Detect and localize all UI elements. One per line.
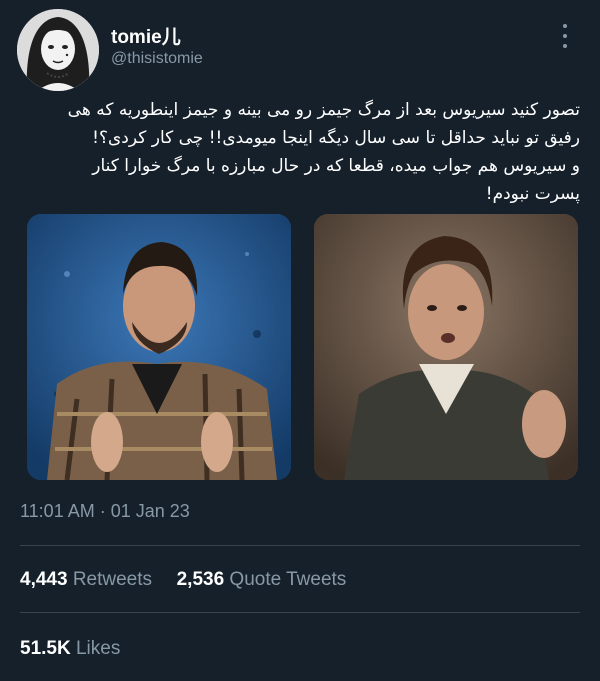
photo-young-man-vest: [314, 214, 578, 480]
tweet-image-2[interactable]: [314, 214, 578, 480]
user-handle[interactable]: @thisistomie: [111, 50, 203, 68]
likes-count: 51.5K: [20, 638, 71, 659]
timestamp-separator: ·: [99, 501, 106, 521]
tweet-date: 01 Jan 23: [110, 501, 190, 521]
tweet-time: 11:01 AM: [20, 501, 95, 521]
likes-label: Likes: [75, 638, 121, 659]
display-name-glyph: ⼉: [161, 27, 181, 48]
retweets-stat[interactable]: 4,443 Retweets: [20, 569, 157, 590]
quote-tweets-count: 2,536: [176, 569, 225, 590]
tweet-text: تصور کنید سیریوس بعد از مرگ جیمز رو می ب…: [20, 96, 580, 208]
tweet-header: tomie⼉ @thisistomie: [0, 0, 600, 91]
tweet-image-1[interactable]: [27, 214, 291, 480]
avatar-image: [17, 9, 99, 91]
tweet-text-line: رفیق تو نباید حداقل تا سی سال دیگه اینجا…: [92, 128, 580, 148]
retweets-label: Retweets: [72, 569, 153, 590]
share-stats-row: 4,443 Retweets 2,536 Quote Tweets: [20, 569, 346, 591]
tweet-timestamp[interactable]: 11:01 AM · 01 Jan 23: [20, 501, 190, 522]
quote-tweets-label: Quote Tweets: [229, 569, 347, 590]
divider: [20, 612, 580, 613]
avatar[interactable]: [17, 9, 99, 91]
more-options-icon[interactable]: [558, 24, 572, 48]
tweet-text-line: پسرت نبودم!: [485, 184, 580, 204]
likes-stat[interactable]: 51.5K Likes: [20, 638, 120, 659]
display-name[interactable]: tomie⼉: [111, 22, 181, 49]
retweets-count: 4,443: [20, 569, 68, 590]
tweet-text-line: و سیریوس هم جواب میده، قطعا که در حال مب…: [92, 156, 580, 176]
tweet-text-line: تصور کنید سیریوس بعد از مرگ جیمز رو می ب…: [67, 100, 580, 120]
divider: [20, 545, 580, 546]
display-name-text: tomie: [111, 27, 162, 48]
likes-stats-row: 51.5K Likes: [20, 638, 120, 660]
quote-tweets-stat[interactable]: 2,536 Quote Tweets: [177, 569, 347, 590]
photo-man-plaid-shirt: [27, 214, 291, 480]
